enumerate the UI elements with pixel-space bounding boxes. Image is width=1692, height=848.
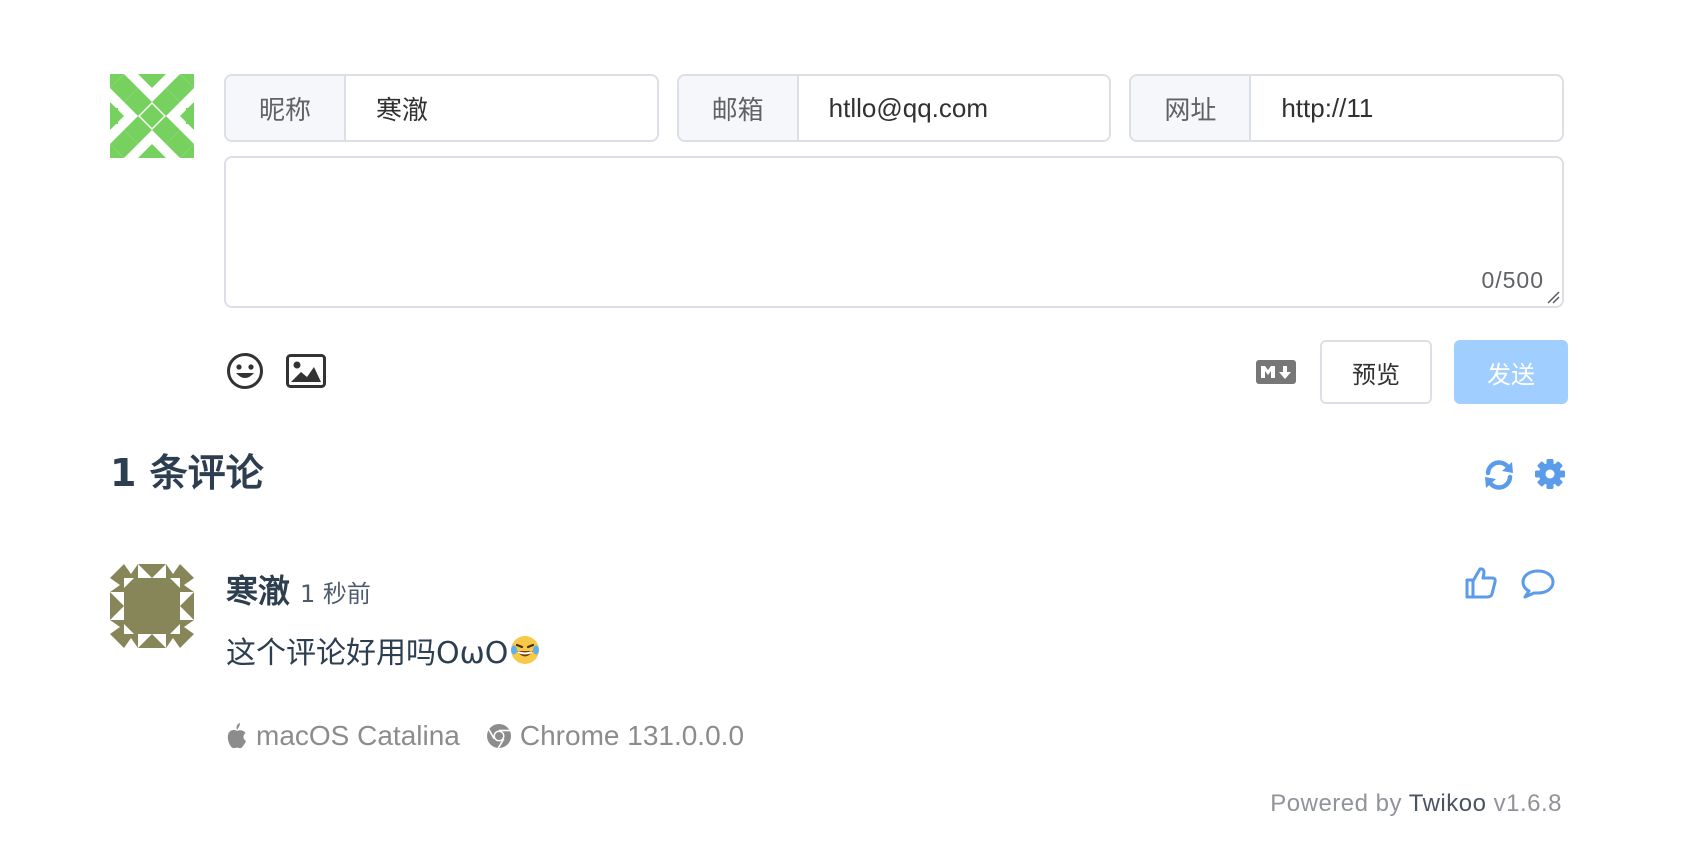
form-action-bar: 预览 发送: [224, 340, 1568, 406]
twikoo-link[interactable]: Twikoo: [1409, 790, 1487, 817]
image-upload-icon[interactable]: [286, 354, 326, 388]
comment-textarea-wrapper: 0/500: [224, 156, 1564, 308]
reply-icon[interactable]: [1520, 568, 1556, 600]
apple-icon: [227, 723, 246, 749]
link-label: 网址: [1131, 76, 1252, 140]
laughing-tears-emoji: [511, 636, 540, 664]
chrome-icon: [486, 724, 511, 749]
refresh-icon[interactable]: [1482, 458, 1516, 492]
emoji-icon[interactable]: [226, 352, 264, 390]
powered-by: Powered by Twikoo v1.6.8: [1270, 790, 1562, 818]
os-info: macOS Catalina: [226, 720, 460, 752]
nick-input[interactable]: [346, 76, 657, 140]
mail-field: 邮箱: [676, 74, 1112, 142]
twikoo-comment-widget: 昵称 邮箱 网址 0/500: [0, 0, 1692, 848]
comment-avatar: [110, 564, 194, 648]
comment-time: 1 秒前: [300, 580, 371, 608]
browser-info: Chrome 131.0.0.0: [486, 720, 744, 752]
preview-button[interactable]: 预览: [1320, 340, 1432, 404]
version-text: v1.6.8: [1486, 790, 1562, 817]
nick-field: 昵称: [224, 74, 659, 142]
resize-handle-icon[interactable]: [1546, 290, 1560, 304]
powered-prefix: Powered by: [1270, 790, 1409, 817]
user-avatar: [110, 74, 194, 158]
comment-nick[interactable]: 寒澈: [226, 566, 290, 612]
comment-content: 这个评论好用吗OωO: [226, 628, 541, 672]
comment-header: 寒澈 1 秒前: [226, 566, 371, 612]
markdown-icon[interactable]: [1256, 360, 1296, 384]
send-button[interactable]: 发送: [1454, 340, 1568, 404]
comment-text: 这个评论好用吗OωO: [226, 636, 509, 671]
gear-icon[interactable]: [1534, 458, 1566, 490]
comment-textarea[interactable]: [226, 158, 1562, 306]
mail-label: 邮箱: [678, 76, 799, 140]
browser-name: Chrome 131.0.0.0: [519, 720, 745, 751]
like-icon[interactable]: [1464, 566, 1498, 600]
os-name: macOS Catalina: [256, 720, 460, 751]
link-input[interactable]: [1251, 76, 1563, 140]
meta-input-row: 昵称 邮箱 网址: [224, 74, 1565, 142]
nick-label: 昵称: [226, 76, 346, 140]
link-field: 网址: [1129, 74, 1565, 142]
mail-input[interactable]: [798, 76, 1110, 140]
char-counter: 0/500: [1481, 267, 1544, 293]
user-agent-row: macOS Catalina Chrome 131.0.0.0: [226, 720, 770, 752]
comment-count-title: 1 条评论: [110, 451, 264, 495]
